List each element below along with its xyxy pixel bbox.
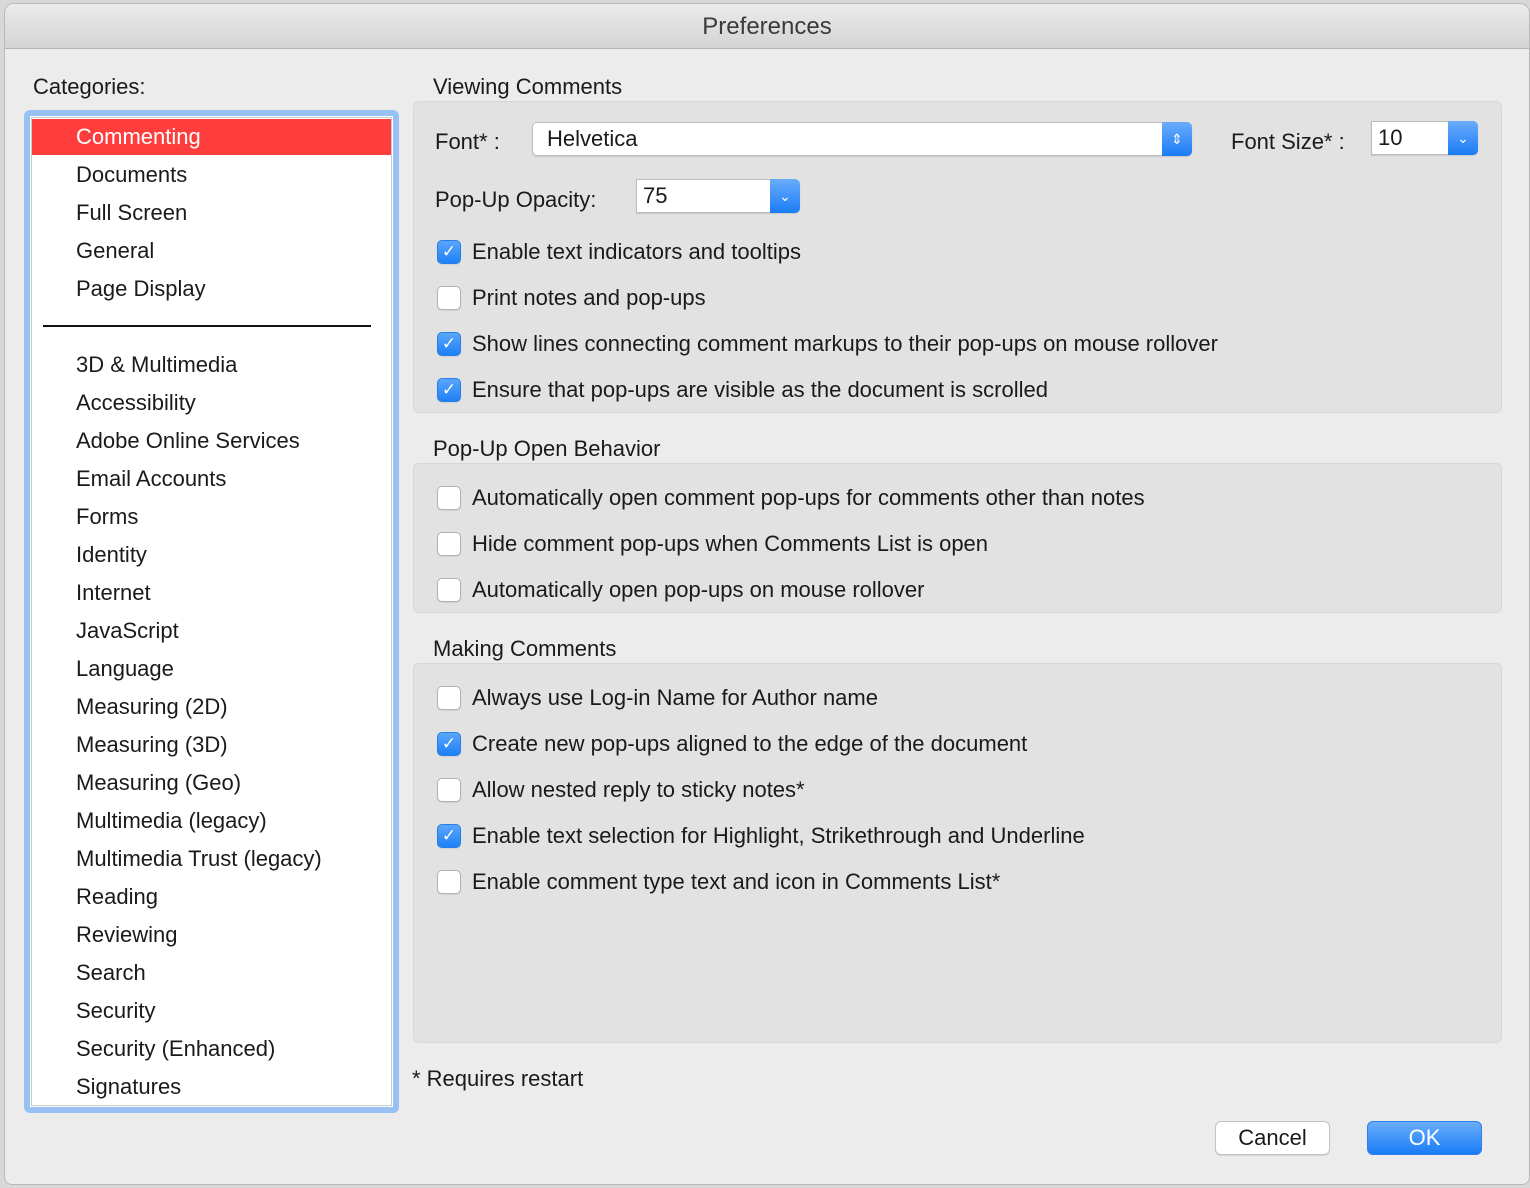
font-select[interactable]: Helvetica ⇕ [532,122,1192,156]
category-item[interactable]: Multimedia (legacy) [32,803,391,839]
checkbox-checked[interactable]: ✓ [437,732,461,756]
option-label: Enable text selection for Highlight, Str… [472,823,1085,848]
category-item[interactable]: Signatures [32,1069,391,1105]
option-label: Hide comment pop-ups when Comments List … [472,531,989,556]
category-item[interactable]: Accessibility [32,385,391,421]
option-row[interactable]: ✓ Ensure that pop-ups are visible as the … [437,375,1048,405]
chevron-down-icon: ⌄ [770,179,800,213]
window-title: Preferences [5,4,1529,49]
category-item[interactable]: Adobe Online Services [32,423,391,459]
group-making-comments [413,663,1502,1043]
option-row[interactable]: ✓ Show lines connecting comment markups t… [437,329,1218,359]
font-size-label: Font Size* : [1231,129,1345,154]
category-item[interactable]: Commenting [32,119,391,155]
category-item[interactable]: Search [32,955,391,991]
option-label: Enable comment type text and icon in Com… [472,869,1001,894]
categories-label: Categories: [33,74,146,99]
font-label: Font* : [435,129,500,154]
option-row[interactable]: Always use Log-in Name for Author name [437,683,878,713]
checkbox-checked[interactable]: ✓ [437,378,461,402]
category-item[interactable]: 3D & Multimedia [32,347,391,383]
font-size-combobox[interactable]: 10 ⌄ [1371,121,1478,155]
category-item[interactable]: Multimedia Trust (legacy) [32,841,391,877]
categories-list[interactable]: Commenting Documents Full Screen General Pag… [24,110,399,1113]
category-item[interactable]: Internet [32,575,391,611]
option-label: Create new pop-ups aligned to the edge o… [472,731,1028,756]
section-title-making-comments: Making Comments [433,636,617,661]
option-label: Automatically open pop-ups on mouse roll… [472,577,925,602]
category-item[interactable]: Measuring (3D) [32,727,391,763]
option-label: Allow nested reply to sticky notes* [472,777,805,802]
checkbox-unchecked[interactable] [437,870,461,894]
category-item[interactable]: Documents [32,157,391,193]
category-item[interactable]: Security [32,993,391,1029]
option-row[interactable]: ✓ Create new pop-ups aligned to the edge … [437,729,1027,759]
option-label: Enable text indicators and tooltips [472,239,801,264]
section-title-popup-open-behavior: Pop-Up Open Behavior [433,436,661,461]
category-item[interactable]: General [32,233,391,269]
category-item[interactable]: Full Screen [32,195,391,231]
category-item[interactable]: Measuring (2D) [32,689,391,725]
category-item[interactable]: Identity [32,537,391,573]
checkbox-unchecked[interactable] [437,486,461,510]
checkmark-icon: ✓ [441,734,457,753]
category-item[interactable]: Security (Enhanced) [32,1031,391,1067]
checkbox-unchecked[interactable] [437,532,461,556]
preferences-window: Preferences Categories: Commenting Docume… [4,3,1530,1185]
checkbox-unchecked[interactable] [437,286,461,310]
option-row[interactable]: Hide comment pop-ups when Comments List … [437,529,988,559]
option-label: Print notes and pop-ups [472,285,706,310]
category-item[interactable]: Page Display [32,271,391,307]
category-item[interactable]: JavaScript [32,613,391,649]
option-row[interactable]: ✓ Enable text selection for Highlight, St… [437,821,1085,851]
section-title-viewing-comments: Viewing Comments [433,74,623,99]
checkmark-icon: ✓ [441,826,457,845]
option-row[interactable]: Automatically open pop-ups on mouse roll… [437,575,924,605]
option-row[interactable]: Allow nested reply to sticky notes* [437,775,805,805]
checkbox-unchecked[interactable] [437,578,461,602]
ok-button[interactable]: OK [1367,1121,1482,1155]
category-item[interactable]: Forms [32,499,391,535]
checkbox-unchecked[interactable] [437,778,461,802]
category-divider [43,325,371,327]
option-row[interactable]: Automatically open comment pop-ups for c… [437,483,1145,513]
option-label: Ensure that pop-ups are visible as the d… [472,377,1048,402]
checkbox-checked[interactable]: ✓ [437,824,461,848]
updown-arrows-icon: ⇕ [1162,122,1192,156]
checkmark-icon: ✓ [441,380,457,399]
opacity-combobox[interactable]: 75 ⌄ [636,179,800,213]
category-item[interactable]: Reviewing [32,917,391,953]
checkbox-checked[interactable]: ✓ [437,332,461,356]
category-item[interactable]: Reading [32,879,391,915]
checkmark-icon: ✓ [441,242,457,261]
chevron-down-icon: ⌄ [1448,121,1478,155]
option-row[interactable]: Print notes and pop-ups [437,283,706,313]
cancel-button[interactable]: Cancel [1215,1121,1330,1155]
checkmark-icon: ✓ [441,334,457,353]
option-label: Show lines connecting comment markups to… [472,331,1218,356]
category-item[interactable]: Language [32,651,391,687]
requires-restart-note: * Requires restart [412,1066,584,1091]
checkbox-unchecked[interactable] [437,686,461,710]
category-item[interactable]: Measuring (Geo) [32,765,391,801]
category-item[interactable]: Email Accounts [32,461,391,497]
font-value: Helvetica [547,126,638,151]
opacity-value: 75 [643,183,668,208]
option-label: Automatically open comment pop-ups for c… [472,485,1145,510]
categories-list-inner: Commenting Documents Full Screen General Pag… [31,117,392,1106]
option-label: Always use Log-in Name for Author name [472,685,878,710]
option-row[interactable]: ✓ Enable text indicators and tooltips [437,237,801,267]
opacity-label: Pop-Up Opacity: [435,187,597,212]
option-row[interactable]: Enable comment type text and icon in Com… [437,867,1000,897]
font-size-value: 10 [1378,125,1403,150]
checkbox-checked[interactable]: ✓ [437,240,461,264]
